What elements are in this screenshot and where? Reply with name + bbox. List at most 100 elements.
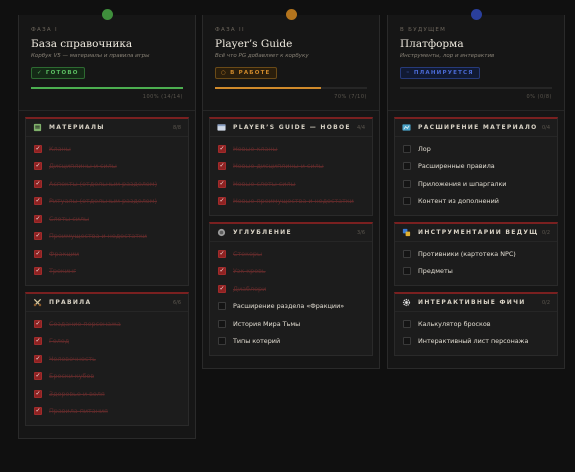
checklist-item[interactable]: ✓ Человечность	[26, 350, 188, 368]
progress-fill	[31, 87, 183, 89]
checkbox[interactable]	[403, 337, 411, 346]
checkbox[interactable]: ✓	[218, 284, 226, 293]
checkbox[interactable]	[403, 197, 411, 206]
phase-dot	[102, 9, 113, 20]
item-label: Контент из дополнений	[418, 197, 499, 206]
section-header[interactable]: МАТЕРИАЛЫ 8/8	[26, 119, 188, 136]
section-header[interactable]: ПРАВИЛА 6/6	[26, 294, 188, 311]
checklist-item[interactable]: ✓ Правила питания	[26, 403, 188, 421]
progress-bar	[215, 87, 367, 89]
checkbox[interactable]	[218, 337, 226, 346]
section-header[interactable]: PLAYER’S GUIDE — НОВОЕ 4/4	[210, 119, 372, 136]
checklist-item[interactable]: ✓ Аспекты (отдельным разделом)	[26, 175, 188, 193]
section-title: ИНТЕРАКТИВНЫЕ ФИЧИ	[418, 299, 526, 306]
item-label: Уэк кровь	[233, 267, 266, 276]
checklist-item[interactable]: ✓ Новые кланы	[210, 140, 372, 158]
checkbox[interactable]: ✓	[34, 249, 42, 258]
checklist-item[interactable]: Интерактивный лист персонажа	[395, 333, 557, 351]
checklist-item[interactable]: ✓ Кланы	[26, 140, 188, 158]
checkbox[interactable]: ✓	[218, 162, 226, 171]
checklist-item[interactable]: Предметы	[395, 263, 557, 281]
checklist-item[interactable]: ✓ Слоты силы	[26, 210, 188, 228]
section-title: ПРАВИЛА	[49, 299, 92, 306]
checklist-item[interactable]: ✓ Голод	[26, 333, 188, 351]
checklist-item[interactable]: Калькулятор бросков	[395, 315, 557, 333]
checkbox[interactable]: ✓	[218, 267, 226, 276]
section-count: 0/4	[541, 124, 550, 131]
section-rules: ПРАВИЛА 6/6 ✓ Создание персонажа ✓ Голод ✓…	[25, 292, 189, 426]
checkbox[interactable]: ✓	[218, 249, 226, 258]
section-materials: МАТЕРИАЛЫ 8/8 ✓ Кланы ✓ Дисциплины и силы …	[25, 117, 189, 286]
checklist-item[interactable]: История Мира Тьмы	[210, 315, 372, 333]
section-gm-tools: ИНСТРУМЕНТАРИЙ ВЕДУЩЕГО 0/2 Противники (…	[394, 222, 558, 286]
checkbox[interactable]	[403, 249, 411, 258]
checkbox[interactable]: ✓	[34, 407, 42, 416]
checkbox[interactable]: ✓	[218, 197, 226, 206]
checklist-item[interactable]: Противники (картотека NPC)	[395, 245, 557, 263]
checkbox[interactable]	[403, 162, 411, 171]
section-header[interactable]: ИНТЕРАКТИВНЫЕ ФИЧИ 0/2	[395, 294, 557, 311]
checklist-item[interactable]: Контент из дополнений	[395, 193, 557, 211]
checkbox[interactable]: ✓	[34, 214, 42, 223]
checkbox[interactable]	[218, 319, 226, 328]
checkbox[interactable]: ✓	[34, 389, 42, 398]
crossed-swords-icon	[33, 298, 42, 307]
checkbox[interactable]: ✓	[34, 179, 42, 188]
checkbox[interactable]	[403, 267, 411, 276]
checkbox[interactable]: ✓	[218, 144, 226, 153]
checkbox[interactable]	[403, 144, 411, 153]
checklist-item[interactable]: ✓ Стекеры	[210, 245, 372, 263]
checklist-item[interactable]: ✓ Ритуалы (отдельным разделом)	[26, 193, 188, 211]
checklist-item[interactable]: ✓ Броски кубов	[26, 368, 188, 386]
checklist-item[interactable]: ✓ Новые слоты силы	[210, 175, 372, 193]
checkbox[interactable]	[403, 319, 411, 328]
checkbox[interactable]: ✓	[34, 144, 42, 153]
item-label: Человечность	[49, 354, 96, 363]
checkbox[interactable]: ✓	[34, 319, 42, 328]
section-title: УГЛУБЛЕНИЕ	[233, 229, 292, 236]
checkbox[interactable]	[218, 302, 226, 311]
checkbox[interactable]: ✓	[34, 267, 42, 276]
checklist-item[interactable]: ✓ Фракции	[26, 245, 188, 263]
checklist-item[interactable]: ✓ Диаблери	[210, 280, 372, 298]
checkbox[interactable]: ✓	[34, 337, 42, 346]
checklist-item[interactable]: Типы котерий	[210, 333, 372, 351]
checkbox[interactable]: ✓	[34, 232, 42, 241]
checklist-item[interactable]: ✓ Новые дисциплины и силы	[210, 158, 372, 176]
checklist-item[interactable]: ✓ Преимущества и недостатки	[26, 228, 188, 246]
checklist-item[interactable]: Приложения и шпаргалки	[395, 175, 557, 193]
section-header[interactable]: РАСШИРЕНИЕ МАТЕРИАЛОВ 0/4	[395, 119, 557, 136]
map-icon	[402, 124, 411, 131]
section-count: 6/6	[172, 299, 181, 306]
item-label: Броски кубов	[49, 372, 95, 381]
checkbox[interactable]: ✓	[34, 162, 42, 171]
progress-bar	[31, 87, 183, 89]
checklist-item[interactable]: Лор	[395, 140, 557, 158]
checklist-item[interactable]: Расширение раздела «Фракции»	[210, 298, 372, 316]
checkbox[interactable]: ✓	[34, 372, 42, 381]
status-badge: ○ В РАБОТЕ	[215, 67, 277, 79]
item-label: Трекинг	[49, 267, 77, 276]
checklist-item[interactable]: ✓ Создание персонажа	[26, 315, 188, 333]
checkbox[interactable]: ✓	[34, 197, 42, 206]
item-label: Диаблери	[233, 284, 267, 293]
item-label: Аспекты (отдельным разделом)	[49, 179, 158, 188]
checklist-item[interactable]: ✓ Дисциплины и силы	[26, 158, 188, 176]
item-label: Новые кланы	[233, 144, 278, 153]
checklist-item[interactable]: ✓ Здоровье и воля	[26, 385, 188, 403]
checkbox[interactable]: ✓	[34, 354, 42, 363]
section-title: МАТЕРИАЛЫ	[49, 124, 105, 131]
section-header[interactable]: ИНСТРУМЕНТАРИЙ ВЕДУЩЕГО 0/2	[395, 224, 557, 241]
window-icon	[217, 124, 226, 131]
checklist-item[interactable]: Расширенные правила	[395, 158, 557, 176]
checkbox[interactable]: ✓	[218, 179, 226, 188]
section-header[interactable]: УГЛУБЛЕНИЕ 3/6	[210, 224, 372, 241]
progress-fill	[215, 87, 322, 89]
column-title: Платформа	[400, 38, 464, 50]
checklist-item[interactable]: ✓ Новые преимущества и недостатки	[210, 193, 372, 211]
checklist-item[interactable]: ✓ Трекинг	[26, 263, 188, 281]
checklist-item[interactable]: ✓ Уэк кровь	[210, 263, 372, 281]
item-label: Предметы	[418, 267, 453, 276]
progress-text: 100% (14/14)	[142, 94, 183, 100]
checkbox[interactable]	[403, 179, 411, 188]
